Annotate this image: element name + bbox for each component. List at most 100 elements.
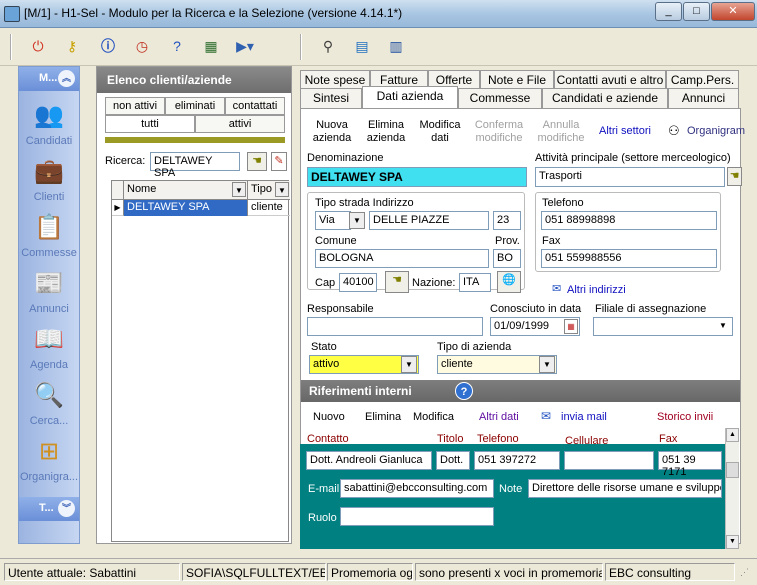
responsabile-field[interactable] <box>307 317 483 336</box>
chart-icon[interactable]: ▤ <box>350 34 374 58</box>
tipo-strada-select[interactable]: Via <box>315 211 351 230</box>
globe-icon[interactable]: 🌐 <box>497 271 521 293</box>
chevron-down-icon[interactable]: ▼ <box>275 182 289 197</box>
sidebar-section-tools[interactable]: T... ︾ <box>19 497 79 521</box>
tab-annunci[interactable]: Annunci <box>668 88 739 108</box>
address-book-icon[interactable]: ✉ <box>552 282 561 295</box>
tab-contattati[interactable]: contattati <box>225 97 285 115</box>
table-row-name[interactable]: DELTAWEY SPA <box>124 200 248 216</box>
collapse-icon[interactable]: ︽ <box>58 70 75 87</box>
tab-sintesi[interactable]: Sintesi <box>300 88 362 108</box>
scroll-up-icon[interactable]: ▲ <box>726 428 739 442</box>
modifica-dati-button[interactable]: Modifica dati <box>417 119 463 145</box>
tab-camp-pers[interactable]: Camp.Pers. <box>666 70 739 90</box>
column-header-tipo[interactable]: Tipo ▼ <box>248 181 290 200</box>
key-icon[interactable]: ⚷ <box>60 34 84 58</box>
search-input[interactable]: DELTAWEY SPA <box>150 152 240 179</box>
sidebar-item-commesse[interactable]: 📋 Commesse <box>19 213 79 259</box>
telefono-field[interactable]: 051 88998898 <box>541 211 717 230</box>
storico-invii-link[interactable]: Storico invii <box>657 411 713 423</box>
civico-field[interactable]: 23 <box>493 211 521 230</box>
magnifier-icon[interactable]: ⚲ <box>316 34 340 58</box>
nuova-azienda-button[interactable]: Nuova azienda <box>309 119 355 145</box>
telefono-contatto-field[interactable]: 051 397272 <box>474 451 560 470</box>
altri-settori-link[interactable]: Altri settori <box>599 125 651 137</box>
resize-grip-icon[interactable]: ⋰ <box>740 567 749 578</box>
maximize-button[interactable]: □ <box>683 2 710 21</box>
cellulare-field[interactable] <box>564 451 654 470</box>
note-field[interactable]: Direttore delle risorse umane e sviluppo… <box>528 479 722 498</box>
filiale-select[interactable] <box>593 317 733 336</box>
tab-attivi[interactable]: attivi <box>195 115 285 133</box>
tab-contatti[interactable]: Contatti avuti e altro <box>554 70 666 90</box>
expand-icon[interactable]: ︾ <box>58 500 75 517</box>
column-header-nome[interactable]: Nome ▼ <box>124 181 248 200</box>
email-field[interactable]: sabattini@ebcconsulting.com <box>340 479 494 498</box>
tab-commesse[interactable]: Commesse <box>458 88 542 108</box>
sidebar-section-main[interactable]: M... ︽ <box>19 67 79 91</box>
tab-note-spese[interactable]: Note spese <box>300 70 370 90</box>
clear-search-icon[interactable]: ✎ <box>271 152 287 171</box>
scroll-down-icon[interactable]: ▼ <box>726 535 739 549</box>
chevron-down-icon[interactable]: ▼ <box>539 356 555 373</box>
play-dropdown-icon[interactable]: ▶▾ <box>233 34 257 58</box>
info-icon[interactable]: ⓘ <box>96 34 120 58</box>
tab-eliminati[interactable]: eliminati <box>165 97 225 115</box>
modifica-riferimento-button[interactable]: Modifica <box>413 411 454 423</box>
conferma-modifiche-button[interactable]: Conferma modifiche <box>471 119 527 145</box>
chevron-down-icon[interactable]: ▼ <box>715 318 731 335</box>
sidebar-item-clienti[interactable]: 💼 Clienti <box>19 157 79 203</box>
toolbox-icon[interactable]: ▦ <box>199 34 223 58</box>
sidebar-item-agenda[interactable]: 📖 Agenda <box>19 325 79 371</box>
tab-candidati-aziende[interactable]: Candidati e aziende <box>542 88 668 108</box>
help-icon[interactable]: ? <box>165 34 189 58</box>
search-go-icon[interactable]: ☚ <box>247 152 267 171</box>
row-selector-icon[interactable]: ▶ <box>112 200 124 216</box>
mail-icon[interactable]: ✉ <box>541 409 551 423</box>
org-chart-icon[interactable]: ⚇ <box>668 123 680 139</box>
sidebar-item-candidati[interactable]: 👥 Candidati <box>19 101 79 147</box>
help-icon[interactable]: ? <box>455 382 473 400</box>
altri-indirizzi-link[interactable]: Altri indirizzi <box>567 284 626 296</box>
sidebar-item-annunci[interactable]: 📰 Annunci <box>19 269 79 315</box>
tab-note-file[interactable]: Note e File <box>480 70 554 90</box>
ruolo-field[interactable] <box>340 507 494 526</box>
sidebar-item-cerca[interactable]: 🔍 Cerca... <box>19 381 79 427</box>
prov-field[interactable]: BO <box>493 249 521 268</box>
chevron-down-icon[interactable]: ▼ <box>232 182 246 197</box>
attivita-pick-icon[interactable]: ☚ <box>727 167 742 186</box>
clock-icon[interactable]: ◷ <box>130 34 154 58</box>
elimina-azienda-button[interactable]: Elimina azienda <box>363 119 409 145</box>
denominazione-field[interactable]: DELTAWEY SPA <box>307 167 527 187</box>
contatto-field[interactable]: Dott. Andreoli Gianluca <box>306 451 432 470</box>
chevron-down-icon[interactable]: ▼ <box>401 356 417 373</box>
close-button[interactable]: ✕ <box>711 2 755 21</box>
organigramma-link[interactable]: Organigram <box>687 125 745 137</box>
tab-non-attivi[interactable]: non attivi <box>105 97 165 115</box>
power-icon[interactable]: ⏻ <box>26 34 50 58</box>
altri-dati-link[interactable]: Altri dati <box>479 411 519 423</box>
sidebar-item-organigramma[interactable]: ⊞ Organigra... <box>19 437 79 483</box>
titolo-field[interactable]: Dott. <box>436 451 470 470</box>
chevron-down-icon[interactable]: ▼ <box>349 212 365 229</box>
comune-field[interactable]: BOLOGNA <box>315 249 489 268</box>
tab-tutti[interactable]: tutti <box>105 115 195 133</box>
scroll-thumb[interactable] <box>726 462 739 478</box>
calendar-icon[interactable]: ▦ <box>564 319 578 334</box>
attivita-field[interactable]: Trasporti <box>535 167 725 187</box>
tab-dati-azienda[interactable]: Dati azienda <box>362 86 458 108</box>
fax-contatto-field[interactable]: 051 39 7171 <box>658 451 722 478</box>
cap-lookup-icon[interactable]: ☚ <box>385 271 409 293</box>
elimina-riferimento-button[interactable]: Elimina <box>365 411 401 423</box>
cap-field[interactable]: 40100 <box>339 273 377 292</box>
invia-mail-link[interactable]: invia mail <box>561 411 607 423</box>
nazione-field[interactable]: ITA <box>459 273 491 292</box>
report-icon[interactable]: ▥ <box>384 34 408 58</box>
contact-scrollbar[interactable]: ▲ ▼ <box>725 428 739 549</box>
annulla-modifiche-button[interactable]: Annulla modifiche <box>533 119 589 145</box>
nuovo-riferimento-button[interactable]: Nuovo <box>313 411 345 423</box>
indirizzo-field[interactable]: DELLE PIAZZE <box>369 211 489 230</box>
table-row-type[interactable]: cliente <box>248 200 290 216</box>
fax-field[interactable]: 051 559988556 <box>541 249 717 268</box>
minimize-button[interactable]: _ <box>655 2 682 21</box>
